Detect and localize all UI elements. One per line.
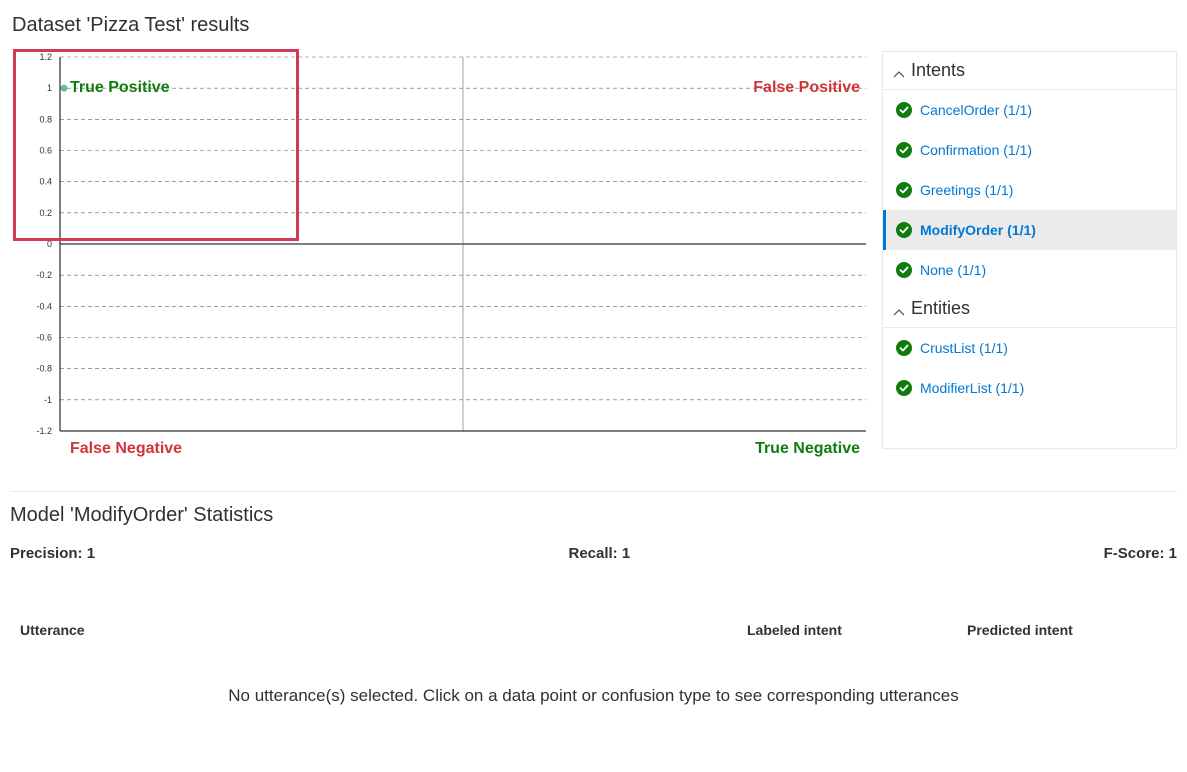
sidebar-scroll[interactable]: Intents CancelOrder (1/1) Confirmation (1… xyxy=(883,52,1176,448)
check-circle-icon xyxy=(896,380,912,396)
entity-label: ModifierList (1/1) xyxy=(920,380,1024,396)
svg-text:-0.8: -0.8 xyxy=(36,364,52,374)
stats-title: Model 'ModifyOrder' Statistics xyxy=(10,504,1177,527)
check-circle-icon xyxy=(896,262,912,278)
intent-label: None (1/1) xyxy=(920,262,986,278)
intent-label: CancelOrder (1/1) xyxy=(920,102,1032,118)
check-circle-icon xyxy=(896,222,912,238)
svg-text:0.4: 0.4 xyxy=(39,177,52,187)
svg-text:False Negative: False Negative xyxy=(70,440,182,457)
svg-text:-1.2: -1.2 xyxy=(36,426,52,436)
svg-text:1.2: 1.2 xyxy=(39,52,52,62)
svg-text:0: 0 xyxy=(47,239,52,249)
fscore-value: F-Score: 1 xyxy=(1104,545,1177,562)
svg-text:0.2: 0.2 xyxy=(39,208,52,218)
confusion-chart[interactable]: 1.2 1 0.8 0.6 0.4 0.2 0 -0.2 -0.4 -0.6 -0.8 -1 -1.2 T… xyxy=(10,51,870,461)
check-circle-icon xyxy=(896,102,912,118)
intent-item[interactable]: Confirmation (1/1) xyxy=(883,130,1176,170)
precision-value: Precision: 1 xyxy=(10,545,95,562)
stats-row: Precision: 1 Recall: 1 F-Score: 1 xyxy=(10,545,1177,562)
svg-text:1: 1 xyxy=(47,83,52,93)
chart-data-point[interactable] xyxy=(61,85,68,92)
intent-label: ModifyOrder (1/1) xyxy=(920,222,1036,238)
svg-text:False Positive: False Positive xyxy=(753,79,860,96)
intents-label: Intents xyxy=(911,60,965,81)
col-labeled-intent[interactable]: Labeled intent xyxy=(747,622,967,638)
entity-item[interactable]: CrustList (1/1) xyxy=(883,328,1176,368)
intents-header[interactable]: Intents xyxy=(883,52,1176,89)
check-circle-icon xyxy=(896,182,912,198)
empty-utterances-message: No utterance(s) selected. Click on a dat… xyxy=(10,686,1177,706)
svg-text:True Positive: True Positive xyxy=(70,79,170,96)
entity-label: CrustList (1/1) xyxy=(920,340,1008,356)
check-circle-icon xyxy=(896,340,912,356)
entities-label: Entities xyxy=(911,298,970,319)
page-title: Dataset 'Pizza Test' results xyxy=(12,14,1177,37)
intent-item[interactable]: Greetings (1/1) xyxy=(883,170,1176,210)
svg-text:-0.6: -0.6 xyxy=(36,333,52,343)
col-predicted-intent[interactable]: Predicted intent xyxy=(967,622,1167,638)
divider xyxy=(10,491,1177,492)
intent-item[interactable]: CancelOrder (1/1) xyxy=(883,90,1176,130)
chevron-up-icon xyxy=(893,65,905,77)
svg-text:0.6: 0.6 xyxy=(39,146,52,156)
svg-text:-0.2: -0.2 xyxy=(36,270,52,280)
svg-text:0.8: 0.8 xyxy=(39,114,52,124)
check-circle-icon xyxy=(896,142,912,158)
intent-label: Greetings (1/1) xyxy=(920,182,1013,198)
svg-text:-0.4: -0.4 xyxy=(36,301,52,311)
utterance-table-header: Utterance Labeled intent Predicted inten… xyxy=(10,622,1177,648)
svg-text:-1: -1 xyxy=(44,395,52,405)
results-sidebar: Intents CancelOrder (1/1) Confirmation (1… xyxy=(882,51,1177,449)
intent-item[interactable]: ModifyOrder (1/1) xyxy=(883,210,1176,250)
recall-value: Recall: 1 xyxy=(568,545,630,562)
entities-header[interactable]: Entities xyxy=(883,290,1176,327)
intent-item[interactable]: None (1/1) xyxy=(883,250,1176,290)
chevron-up-icon xyxy=(893,303,905,315)
svg-text:True Negative: True Negative xyxy=(755,440,860,457)
intent-label: Confirmation (1/1) xyxy=(920,142,1032,158)
entity-item[interactable]: ModifierList (1/1) xyxy=(883,368,1176,408)
col-utterance[interactable]: Utterance xyxy=(20,622,747,638)
